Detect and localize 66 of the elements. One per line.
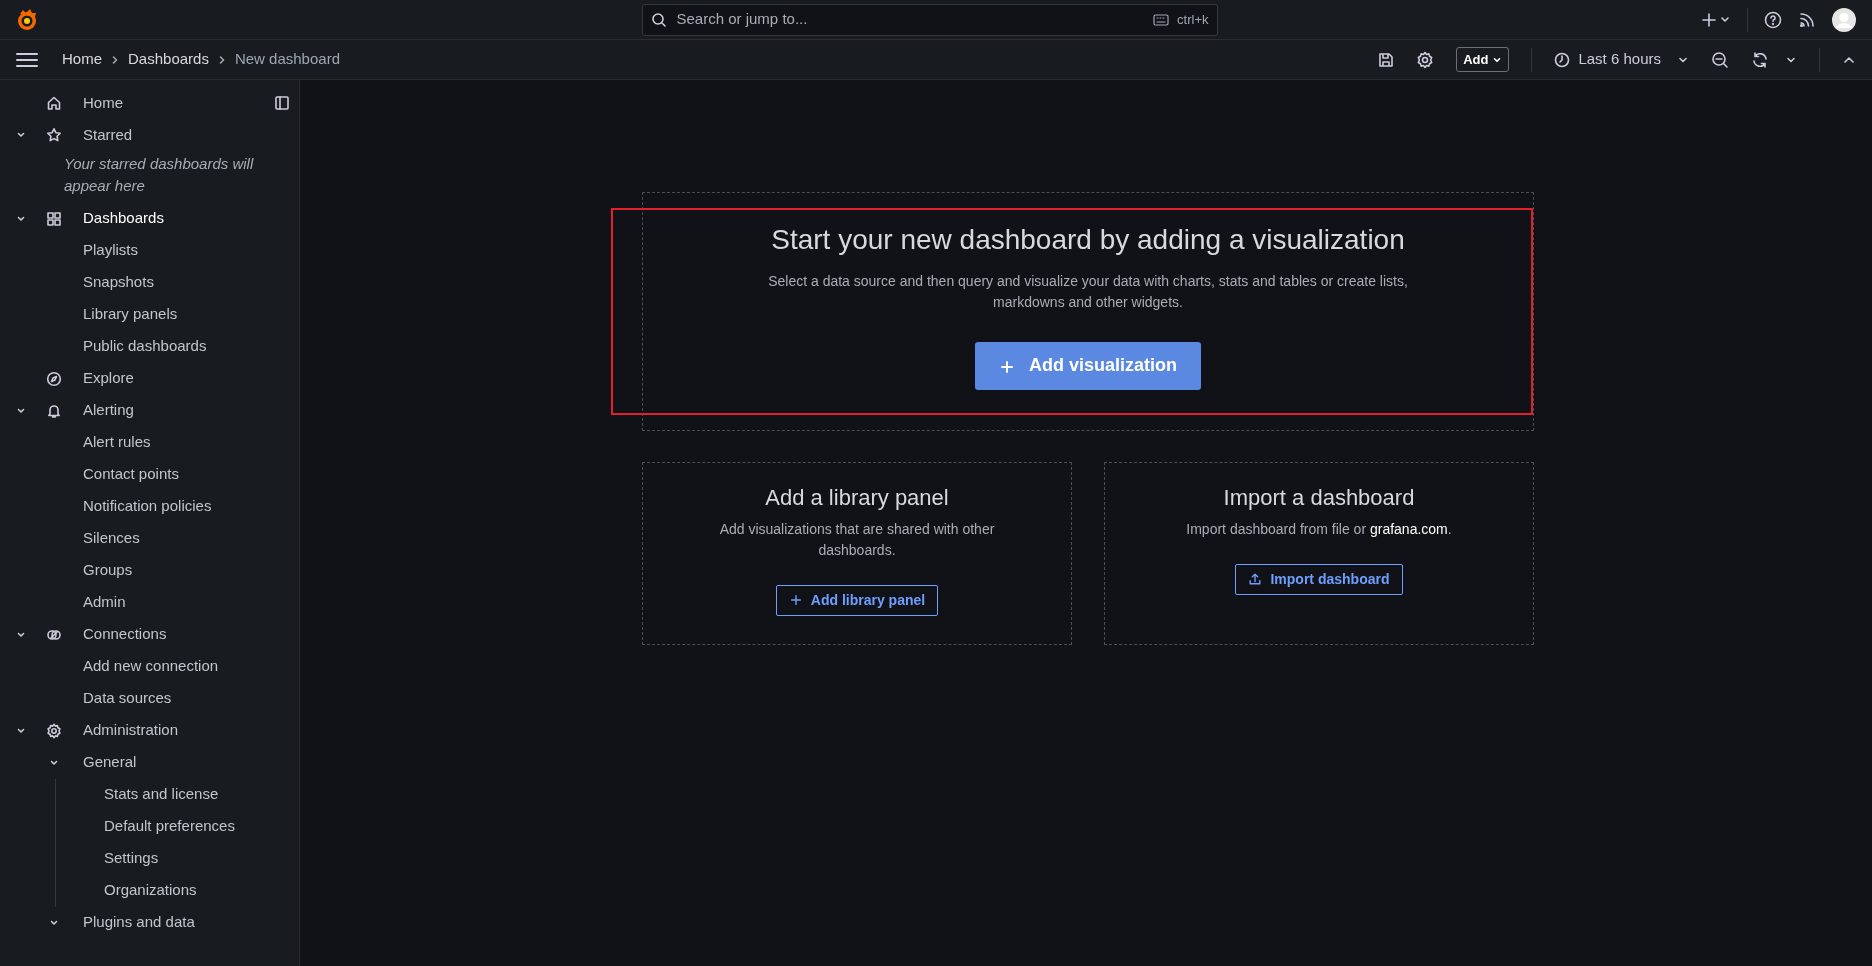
keyboard-icon xyxy=(1153,13,1170,26)
avatar-icon[interactable] xyxy=(1832,7,1856,32)
upload-icon xyxy=(1248,572,1263,587)
save-icon[interactable] xyxy=(1378,51,1395,68)
breadcrumb-link[interactable]: Dashboards xyxy=(128,48,209,71)
menu-icon[interactable] xyxy=(16,51,38,68)
link[interactable]: grafana.com xyxy=(1369,521,1448,538)
nav-item[interactable]: Groups xyxy=(83,559,133,582)
chevron-right-icon xyxy=(110,54,120,65)
nav-item[interactable]: Silences xyxy=(83,527,140,550)
nav-item[interactable]: Contact points xyxy=(83,463,179,486)
dock-icon[interactable] xyxy=(275,96,289,110)
settings-icon[interactable] xyxy=(1416,50,1435,69)
nav-item[interactable]: General xyxy=(83,751,137,774)
nav-item[interactable]: Administration xyxy=(83,719,179,742)
search-icon xyxy=(650,11,667,28)
plus-icon xyxy=(788,593,803,608)
nav-item[interactable]: Settings xyxy=(104,847,159,870)
nav-item[interactable]: Explore xyxy=(83,367,134,390)
bell-icon xyxy=(46,402,62,419)
time-range-picker[interactable]: Last 6 hours xyxy=(1578,48,1661,71)
logo-icon[interactable] xyxy=(16,7,38,32)
help-icon[interactable] xyxy=(1764,10,1782,29)
nav-item[interactable]: Public dashboards xyxy=(83,335,207,358)
nav-item[interactable]: Home xyxy=(83,91,123,115)
grid-icon xyxy=(46,210,62,227)
feed-icon[interactable] xyxy=(1798,10,1816,29)
nav-item[interactable]: Alert rules xyxy=(83,431,151,454)
card-title: Import a dashboard xyxy=(1222,484,1416,512)
nav-item[interactable]: Plugins and data xyxy=(83,911,195,934)
heading: Start your new dashboard by adding a visualization xyxy=(770,223,1406,257)
nav-item[interactable]: Admin xyxy=(83,591,126,614)
nav-item[interactable]: Add new connection xyxy=(83,655,219,678)
card-description: Import dashboard from file or grafana.com. xyxy=(1185,520,1453,540)
search-field[interactable]: Search or jump to... xyxy=(674,7,1146,32)
refresh-icon[interactable] xyxy=(1751,50,1769,69)
nav-item[interactable]: Dashboards xyxy=(83,207,164,230)
nav-item[interactable]: Playlists xyxy=(83,239,138,262)
shortcut-hint: ctrl+k xyxy=(1177,10,1209,29)
description: Select a data source and then query and visualize your data with charts, stats and tables or create lists, markdowns and other widgets. xyxy=(767,271,1409,313)
card-description: Add visualizations that are shared with other dashboards. xyxy=(718,520,996,561)
nav-item[interactable]: Organizations xyxy=(104,879,197,902)
compass-icon xyxy=(46,370,62,387)
nav-item[interactable]: Library panels xyxy=(83,303,178,326)
star-icon xyxy=(46,127,62,143)
clock-icon xyxy=(1554,51,1571,68)
plus-icon xyxy=(999,358,1015,375)
nav-item[interactable]: Stats and license xyxy=(104,783,219,806)
nav-item[interactable]: Alerting xyxy=(83,399,134,422)
card-button[interactable]: Add library panel xyxy=(775,585,939,617)
nav-item[interactable]: Data sources xyxy=(83,687,172,710)
nav-item[interactable]: Starred xyxy=(83,123,133,147)
empty-note: Your starred dashboards will appear here xyxy=(63,154,255,196)
gear-icon xyxy=(46,722,62,739)
zoom-out-icon[interactable] xyxy=(1711,50,1729,69)
add-button[interactable]: Add xyxy=(1456,46,1510,73)
new-menu-icon[interactable] xyxy=(1701,11,1731,28)
card-button[interactable]: Import dashboard xyxy=(1235,564,1403,596)
nav-item[interactable]: Notification policies xyxy=(83,495,212,518)
home-icon xyxy=(46,95,62,111)
breadcrumb-link[interactable]: Home xyxy=(62,48,102,71)
nav-item[interactable]: Connections xyxy=(83,623,167,646)
nav-item[interactable]: Snapshots xyxy=(83,271,154,294)
card-title: Add a library panel xyxy=(764,484,950,512)
nav-item[interactable]: Default preferences xyxy=(104,815,235,838)
search-bar[interactable]: Search or jump to... ctrl+k xyxy=(641,3,1218,36)
